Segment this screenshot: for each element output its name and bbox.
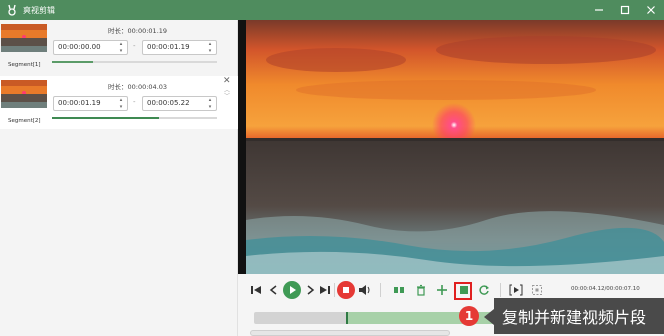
app-title: 爽视剪辑 (23, 5, 55, 15)
stop-icon[interactable] (336, 280, 356, 300)
minimize-icon[interactable] (586, 0, 612, 20)
segment-item[interactable]: Segment[1] 时长：00:00:01.19 00:00:00.00 ▴ ▾… (0, 20, 238, 73)
close-icon[interactable] (638, 0, 664, 20)
add-icon[interactable] (434, 282, 450, 298)
segment-end-value: 00:00:01.19 (147, 43, 190, 51)
reorder-icon[interactable]: ︿ ﹀ (224, 88, 230, 100)
toolbar-separator (380, 283, 381, 297)
end-spinner[interactable]: ▴ ▾ (207, 42, 213, 54)
callout-pointer (484, 309, 494, 325)
range-dash: - (133, 42, 136, 50)
callout-text: 复制并新建视频片段 (502, 308, 647, 327)
segment-list: Segment[1] 时长：00:00:01.19 00:00:00.00 ▴ ▾… (0, 20, 238, 336)
segment-thumbnail (1, 80, 47, 108)
start-spinner[interactable]: ▴ ▾ (118, 42, 124, 54)
segment-progress (52, 61, 217, 63)
segment-end-value: 00:00:05.22 (147, 99, 190, 107)
segment-start-field[interactable]: 00:00:01.19 ▴ ▾ (53, 96, 128, 111)
callout-badge: 1 (459, 306, 479, 326)
play-icon[interactable] (282, 280, 302, 300)
video-preview (238, 20, 664, 274)
video-editor-window: 爽视剪辑 Segment[1] 时长：00:00:01.19 00:00:00.… (0, 0, 664, 336)
toolbar-separator (334, 283, 335, 297)
segment-start-value: 00:00:00.00 (58, 43, 101, 51)
segment-thumbnail (1, 24, 47, 52)
title-bar: 爽视剪辑 (0, 0, 664, 20)
range-dash: - (133, 98, 136, 106)
segment-duration: 时长：00:00:04.03 (108, 83, 168, 91)
segment-start-field[interactable]: 00:00:00.00 ▴ ▾ (53, 40, 128, 55)
maximize-icon[interactable] (612, 0, 638, 20)
segment-name: Segment[2] (8, 118, 41, 124)
window-controls (586, 0, 664, 20)
timeline-scrollbar[interactable] (250, 330, 450, 336)
delete-icon[interactable] (413, 282, 429, 298)
segment-item[interactable]: Segment[2] 时长：00:00:04.03 00:00:01.19 ▴ ▾… (0, 76, 238, 129)
end-spinner[interactable]: ▴ ▾ (207, 98, 213, 110)
sunset-video-frame (246, 20, 664, 274)
highlight-box (454, 282, 472, 300)
callout-tooltip: 复制并新建视频片段 (494, 298, 664, 334)
start-spinner[interactable]: ▴ ▾ (118, 98, 124, 110)
remove-segment-icon[interactable]: ✕ (223, 76, 231, 86)
split-icon[interactable] (391, 282, 407, 298)
reset-icon[interactable] (476, 282, 492, 298)
segment-progress (52, 117, 217, 119)
rabbit-logo-icon (5, 3, 19, 17)
timecode-readout: 00:00:04.12/00:00:07.10 (571, 286, 640, 292)
preview-segment-icon[interactable] (508, 282, 524, 298)
segment-end-field[interactable]: 00:00:01.19 ▴ ▾ (142, 40, 217, 55)
step-back-icon[interactable] (265, 282, 281, 298)
volume-icon[interactable] (357, 282, 373, 298)
mark-in-icon[interactable] (248, 282, 264, 298)
fit-icon[interactable] (529, 282, 545, 298)
toolbar-separator (500, 283, 501, 297)
segment-start-value: 00:00:01.19 (58, 99, 101, 107)
segment-end-field[interactable]: 00:00:05.22 ▴ ▾ (142, 96, 217, 111)
segment-name: Segment[1] (8, 62, 41, 68)
mark-out-icon[interactable] (317, 282, 333, 298)
segment-duration: 时长：00:00:01.19 (108, 27, 168, 35)
